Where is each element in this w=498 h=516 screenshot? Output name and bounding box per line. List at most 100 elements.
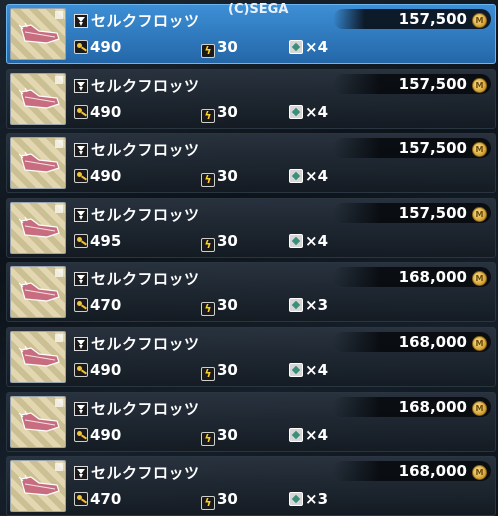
price-value: 157,500 — [398, 75, 467, 93]
item-name-text: セルクフロッツ — [91, 464, 200, 482]
stat-slots-value: ×3 — [305, 296, 329, 314]
price-box: 157,500 M — [333, 74, 491, 94]
meseta-icon: M — [472, 13, 487, 28]
weapon-type-icon — [74, 14, 88, 28]
item-thumbnail — [10, 460, 66, 512]
stat-slots: ×4 — [289, 232, 328, 250]
price-value: 157,500 — [398, 139, 467, 157]
slot-icon — [289, 298, 303, 312]
weapon-type-icon — [74, 208, 88, 222]
item-row[interactable]: セルクフロッツ 168,000 M 490 ϟ 30 ×4 — [6, 327, 496, 387]
stat-key: 490 — [74, 103, 121, 121]
item-thumbnail — [10, 73, 66, 125]
stat-bolt: ϟ 30 — [201, 38, 238, 58]
price-value: 168,000 — [398, 333, 467, 351]
bolt-icon: ϟ — [201, 109, 215, 123]
stat-key-value: 490 — [90, 361, 122, 379]
stat-slots-value: ×4 — [305, 361, 329, 379]
slot-icon — [289, 428, 303, 442]
stat-slots: ×4 — [289, 103, 328, 121]
stat-slots-value: ×4 — [305, 232, 329, 250]
slot-icon — [289, 105, 303, 119]
price-value: 157,500 — [398, 204, 467, 222]
price-box: 168,000 M — [333, 267, 491, 287]
thumbnail-tag — [55, 269, 63, 277]
item-row[interactable]: セルクフロッツ 157,500 M 490 ϟ 30 ×4 — [6, 133, 496, 193]
stat-slots: ×4 — [289, 38, 328, 56]
weapon-type-icon — [74, 402, 88, 416]
stat-key-value: 490 — [90, 103, 122, 121]
stat-key: 490 — [74, 167, 121, 185]
stat-bolt-value: 30 — [217, 361, 238, 379]
thumbnail-tag — [55, 76, 63, 84]
item-name: セルクフロッツ — [74, 75, 200, 96]
stat-slots: ×3 — [289, 490, 328, 508]
bolt-icon: ϟ — [201, 173, 215, 187]
price-box: 168,000 M — [333, 461, 491, 481]
item-row[interactable]: セルクフロッツ 168,000 M 470 ϟ 30 ×3 — [6, 262, 496, 322]
stat-key: 490 — [74, 38, 121, 56]
price-value: 168,000 — [398, 462, 467, 480]
item-name-text: セルクフロッツ — [91, 141, 200, 159]
key-icon — [74, 492, 88, 506]
stat-slots-value: ×4 — [305, 103, 329, 121]
stat-bolt-value: 30 — [217, 426, 238, 444]
stat-bolt-value: 30 — [217, 38, 238, 56]
stat-slots: ×4 — [289, 426, 328, 444]
weapon-type-icon — [74, 337, 88, 351]
slot-icon — [289, 169, 303, 183]
price-box: 157,500 M — [333, 138, 491, 158]
item-name: セルクフロッツ — [74, 10, 200, 31]
price-box: 168,000 M — [333, 332, 491, 352]
stat-key: 470 — [74, 296, 121, 314]
stat-key-value: 495 — [90, 232, 122, 250]
item-row[interactable]: セルクフロッツ 168,000 M 490 ϟ 30 ×4 — [6, 392, 496, 452]
stat-bolt-value: 30 — [217, 167, 238, 185]
thumbnail-tag — [55, 334, 63, 342]
stat-bolt-value: 30 — [217, 296, 238, 314]
slot-icon — [289, 234, 303, 248]
stat-key: 470 — [74, 490, 121, 508]
key-icon — [74, 428, 88, 442]
item-name-text: セルクフロッツ — [91, 270, 200, 288]
item-row[interactable]: セルクフロッツ 157,500 M 495 ϟ 30 ×4 — [6, 198, 496, 258]
thumbnail-tag — [55, 140, 63, 148]
price-value: 157,500 — [398, 10, 467, 28]
stat-key-value: 470 — [90, 296, 122, 314]
item-name: セルクフロッツ — [74, 204, 200, 225]
key-icon — [74, 234, 88, 248]
price-box: 157,500 M — [333, 9, 491, 29]
key-icon — [74, 298, 88, 312]
stat-bolt: ϟ 30 — [201, 296, 238, 316]
weapon-type-icon — [74, 466, 88, 480]
stat-slots: ×4 — [289, 361, 328, 379]
bolt-icon: ϟ — [201, 367, 215, 381]
price-box: 168,000 M — [333, 397, 491, 417]
stat-slots-value: ×4 — [305, 167, 329, 185]
item-name-text: セルクフロッツ — [91, 335, 200, 353]
boots-icon — [18, 281, 60, 302]
stat-slots: ×4 — [289, 167, 328, 185]
item-row[interactable]: セルクフロッツ 168,000 M 470 ϟ 30 ×3 — [6, 456, 496, 516]
meseta-icon: M — [472, 78, 487, 93]
boots-icon — [18, 346, 60, 367]
stat-key-value: 470 — [90, 490, 122, 508]
weapon-type-icon — [74, 272, 88, 286]
item-name: セルクフロッツ — [74, 139, 200, 160]
price-box: 157,500 M — [333, 203, 491, 223]
stat-slots: ×3 — [289, 296, 328, 314]
boots-icon — [18, 152, 60, 173]
boots-icon — [18, 88, 60, 109]
stat-slots-value: ×4 — [305, 426, 329, 444]
stat-bolt: ϟ 30 — [201, 103, 238, 123]
stat-key-value: 490 — [90, 38, 122, 56]
item-row[interactable]: セルクフロッツ 157,500 M 490 ϟ 30 ×4 — [6, 69, 496, 129]
item-thumbnail — [10, 396, 66, 448]
key-icon — [74, 363, 88, 377]
stat-bolt-value: 30 — [217, 232, 238, 250]
item-name: セルクフロッツ — [74, 333, 200, 354]
slot-icon — [289, 492, 303, 506]
stat-key: 490 — [74, 426, 121, 444]
thumbnail-tag — [55, 399, 63, 407]
bolt-icon: ϟ — [201, 302, 215, 316]
